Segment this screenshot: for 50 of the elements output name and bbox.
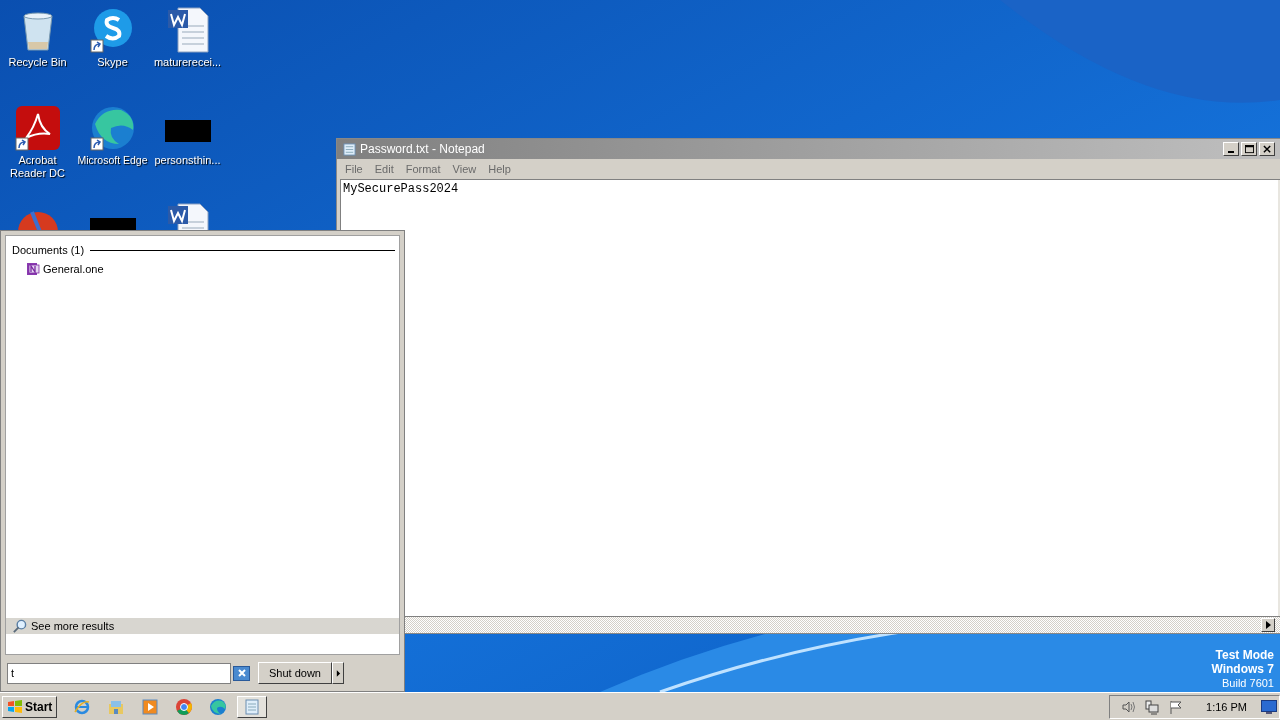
windows-logo-icon (7, 698, 23, 715)
shut-down-options-button[interactable] (332, 662, 344, 684)
desktop-icon-label[interactable]: personsthin... (154, 154, 221, 167)
menu-item[interactable]: Help (488, 163, 511, 175)
minimize-button[interactable] (1223, 142, 1239, 156)
pdf-reader-icon[interactable] (13, 104, 62, 152)
desktop-icon-label[interactable]: maturerecei... (153, 56, 222, 69)
minimize-icon (1228, 151, 1234, 153)
desktop-icon-label[interactable]: Recycle Bin (8, 56, 67, 69)
monitor-icon (1261, 699, 1277, 714)
menu-item[interactable]: File (345, 163, 363, 175)
notepad-icon (243, 697, 262, 716)
edge-icon[interactable] (88, 104, 137, 152)
search-icon (12, 618, 27, 634)
see-more-results-link[interactable]: See more results (6, 618, 399, 634)
scroll-right-icon[interactable] (1261, 618, 1275, 632)
taskbar-app-button[interactable] (237, 695, 268, 718)
search-result[interactable]: General.one (26, 262, 104, 276)
network-icon[interactable] (1144, 698, 1161, 715)
notice-text: Build 7601 (1222, 676, 1274, 690)
document-text: MySecurePass2024 (343, 182, 459, 196)
show-desktop-button[interactable] (1261, 699, 1277, 714)
notepad-icon (343, 142, 356, 156)
media-player-icon (141, 697, 160, 716)
note-file-icon (26, 262, 40, 276)
shut-down-button[interactable]: Shut down (258, 662, 332, 684)
clear-search-button[interactable] (233, 665, 250, 681)
desktop-icon-label[interactable]: Microsoft Edge (77, 154, 148, 167)
maximize-icon (1244, 144, 1254, 154)
close-button[interactable] (1259, 142, 1275, 156)
chrome-icon (175, 697, 194, 716)
menu-item[interactable]: View (452, 163, 477, 175)
start-button[interactable]: Start (2, 695, 58, 718)
browser-icon (73, 697, 92, 716)
horizontal-scrollbar[interactable] (403, 617, 1280, 633)
search-field[interactable]: t (7, 662, 231, 684)
menu-item[interactable]: Format (405, 163, 441, 175)
group-heading: Documents (1) (12, 244, 85, 256)
notice-text: Test Mode (1215, 648, 1274, 662)
desktop-icon-label[interactable]: Acrobat Reader DC (0, 154, 75, 180)
close-icon (1262, 144, 1272, 154)
desktop-icon-label[interactable]: Skype (97, 56, 128, 69)
window-title: Password.txt - Notepad (360, 142, 485, 156)
caret-icon (335, 668, 341, 678)
notice-text: Windows 7 (1211, 662, 1274, 676)
menu-item[interactable]: Edit (374, 163, 394, 175)
edge-icon (209, 697, 228, 716)
close-icon (236, 668, 247, 678)
clock[interactable]: 1:16 PM (1206, 700, 1247, 713)
maximize-button[interactable] (1241, 142, 1257, 156)
